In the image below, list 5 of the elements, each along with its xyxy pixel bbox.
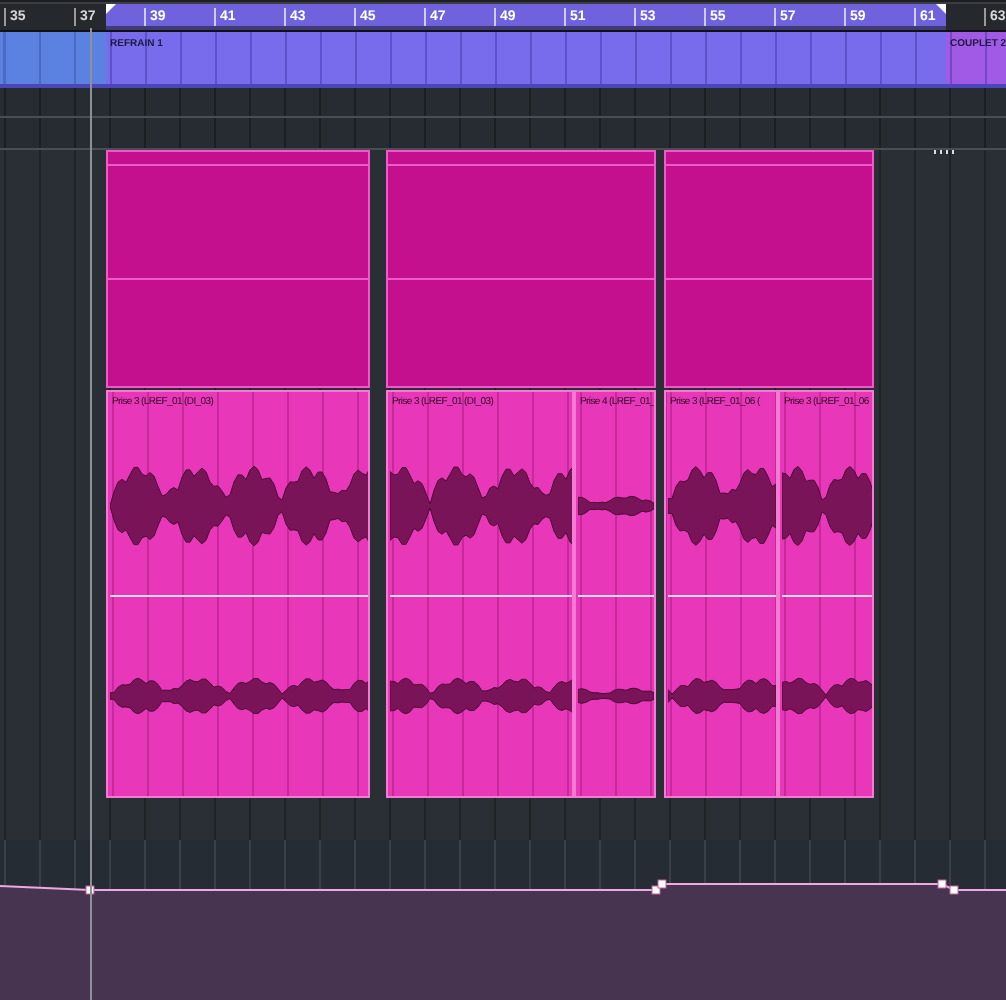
- marker-region[interactable]: [0, 32, 106, 88]
- comp-lane[interactable]: [386, 150, 656, 388]
- comp-lane[interactable]: [664, 150, 874, 388]
- comp-lane[interactable]: [106, 150, 370, 388]
- cycle-range[interactable]: [106, 4, 946, 30]
